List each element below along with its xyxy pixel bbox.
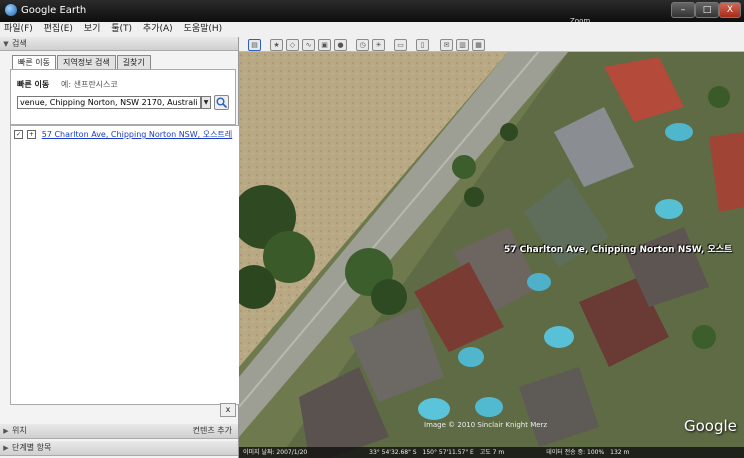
image-date: 이미지 날짜: 2007/1/20 [243,449,308,456]
longitude-readout: 150° 57'11.57" E [422,449,474,456]
search-section-header[interactable]: ▼ 검색 [0,37,238,51]
eye-altitude: 132 m [610,449,630,456]
streaming-status: 데이터 전송 중: 100% [546,449,605,456]
search-header-label: 검색 [12,39,27,48]
close-results-button[interactable]: x [220,403,236,417]
menu-add[interactable]: 추가(A) [139,22,177,37]
maximize-button[interactable]: □ [695,2,719,18]
tab-directions[interactable]: 길찾기 [116,55,151,70]
menu-bar: 파일(F) 편집(E) 보기 툴(T) 추가(A) 도움말(H) [0,22,744,38]
search-button[interactable] [214,95,229,110]
minimize-button[interactable]: – [671,2,695,18]
menu-view[interactable]: 보기 [80,22,105,37]
left-panel: ▼검색 빠른 이동지역정보 검색길찾기 빠른 이동 예: 샌프란시스코 ▼ ✓ … [0,37,240,458]
result-link[interactable]: 57 Charlton Ave, Chipping Norton NSW, 오스… [42,130,232,139]
ruler-icon[interactable]: ▭ [394,39,407,51]
result-checkbox[interactable]: ✓ [14,130,23,139]
expand-arrow-icon: ▶ [3,444,9,452]
sun-icon[interactable]: ☀ [372,39,385,51]
list-item[interactable]: ✓ + 57 Charlton Ave, Chipping Norton NSW… [14,129,232,140]
path-icon[interactable]: ∿ [302,39,315,51]
chevron-down-icon: ▼ [203,99,209,106]
polygon-icon[interactable]: ◇ [286,39,299,51]
close-window-button[interactable]: X [719,2,741,18]
quick-move-hint: 예: 샌프란시스코 [61,80,118,89]
map-toolbar: ▤ ★ ◇ ∿ ▣ ● ◷ ☀ ▭ ▯ ✉ ▥ ▦ [239,37,744,52]
quick-move-label: 빠른 이동 [17,80,50,89]
status-bar: 이미지 날짜: 2007/1/20 33° 54'32.68" S 150° 5… [239,447,744,458]
search-icon [216,97,228,109]
add-content-button[interactable]: 컨텐츠 추가 [193,424,232,438]
menu-file[interactable]: 파일(F) [0,22,37,37]
places-section-header[interactable]: ▶ 위치 컨텐츠 추가 [0,424,238,439]
window-title: Google Earth [21,5,87,16]
expand-arrow-icon: ▶ [3,427,9,435]
search-results-list: ✓ + 57 Charlton Ave, Chipping Norton NSW… [10,125,240,405]
placemark-label[interactable]: 57 Charlton Ave, Chipping Norton NSW, 오스… [504,242,732,255]
title-bar: Google Earth Zoom – □ X [0,0,744,25]
imagery-credit: Image © 2010 Sinclair Knight Merz [424,421,548,429]
map-view[interactable]: ▤ ★ ◇ ∿ ▣ ● ◷ ☀ ▭ ▯ ✉ ▥ ▦ 57 Charlton Av… [239,37,744,458]
tab-quick-move[interactable]: 빠른 이동 [12,55,56,70]
layers-section-header[interactable]: ▶ 단계별 항목 [0,441,238,456]
placemark-icon: + [26,130,36,139]
search-input[interactable] [17,96,201,109]
print-icon[interactable]: ▥ [456,39,469,51]
image-icon[interactable]: ▦ [472,39,485,51]
map-icon[interactable]: ▯ [416,39,429,51]
sidebar-toggle-icon[interactable]: ▤ [248,39,261,51]
placemark-icon[interactable]: ★ [270,39,283,51]
menu-edit[interactable]: 편집(E) [40,22,77,37]
email-icon[interactable]: ✉ [440,39,453,51]
elevation-readout: 고도 7 m [479,449,505,456]
places-header-label: 위치 [12,426,27,435]
history-clock-icon[interactable]: ◷ [356,39,369,51]
tab-local-search[interactable]: 지역정보 검색 [56,55,116,70]
search-tabs: 빠른 이동 지역정보 검색 길찾기 [12,55,152,70]
menu-help[interactable]: 도움말(H) [180,22,227,37]
overlay-icon[interactable]: ▣ [318,39,331,51]
layers-header-label: 단계별 항목 [12,443,52,452]
search-panel: 빠른 이동 예: 샌프란시스코 ▼ [10,69,236,125]
latitude-readout: 33° 54'32.68" S [369,449,417,456]
tour-icon[interactable]: ● [334,39,347,51]
google-earth-app-icon [5,4,17,16]
menu-tools[interactable]: 툴(T) [107,22,136,37]
collapse-arrow-icon: ▼ [3,40,9,48]
search-history-dropdown[interactable]: ▼ [201,96,211,109]
google-logo: Google [684,417,737,435]
